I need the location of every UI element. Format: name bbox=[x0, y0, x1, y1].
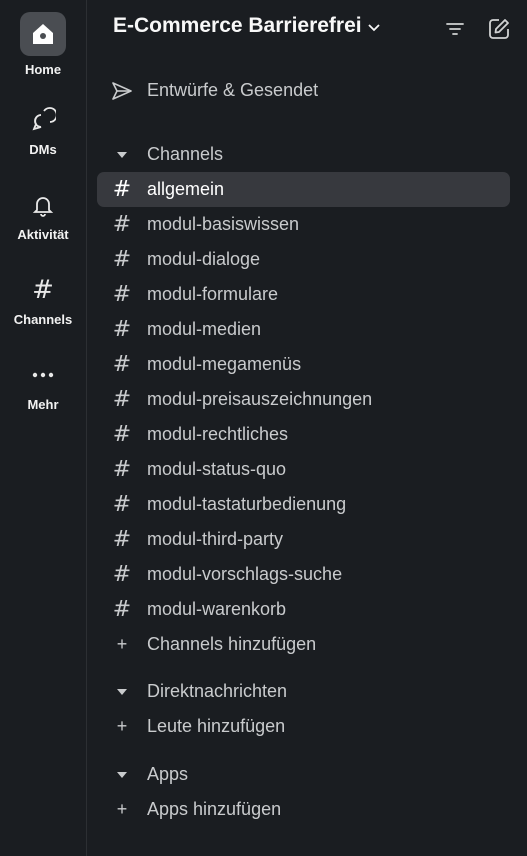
section-channels[interactable]: Channels bbox=[97, 137, 510, 172]
channel-item[interactable]: # modul-rechtliches bbox=[97, 417, 510, 452]
hash-icon: # bbox=[112, 212, 132, 237]
rail-dms[interactable]: DMs bbox=[0, 104, 86, 157]
channel-sidebar: E-Commerce Barrierefrei Entwürfe & Gesen… bbox=[87, 0, 527, 856]
add-channels-label: Channels hinzufügen bbox=[147, 634, 317, 654]
rail-channels[interactable]: # Channels bbox=[0, 274, 86, 327]
plus-icon: + bbox=[116, 716, 128, 736]
caret-down-icon bbox=[117, 688, 127, 695]
dms-icon bbox=[20, 104, 66, 136]
channel-item[interactable]: # modul-warenkorb bbox=[97, 592, 510, 627]
hash-icon: # bbox=[112, 177, 132, 202]
add-apps-button[interactable]: + Apps hinzufügen bbox=[97, 792, 510, 827]
home-icon bbox=[20, 12, 66, 56]
nav-rail: Home DMs Aktivität # Channels Mehr bbox=[0, 0, 87, 856]
hash-icon: # bbox=[112, 597, 132, 622]
plus-icon: + bbox=[116, 799, 128, 819]
channel-label: allgemein bbox=[147, 179, 225, 199]
add-apps-label: Apps hinzufügen bbox=[147, 799, 282, 819]
channel-label: modul-vorschlags-suche bbox=[147, 564, 343, 584]
channel-item[interactable]: # modul-dialoge bbox=[97, 242, 510, 277]
rail-label-home: Home bbox=[24, 62, 62, 77]
section-label: Apps bbox=[147, 764, 189, 784]
channel-item[interactable]: # modul-basiswissen bbox=[97, 207, 510, 242]
channel-item[interactable]: # modul-third-party bbox=[97, 522, 510, 557]
more-icon bbox=[20, 359, 66, 391]
channel-label: modul-dialoge bbox=[147, 249, 261, 269]
section-apps[interactable]: Apps bbox=[97, 757, 510, 792]
hash-icon: # bbox=[112, 562, 132, 587]
filter-icon[interactable] bbox=[442, 16, 468, 42]
add-people-button[interactable]: + Leute hinzufügen bbox=[97, 709, 510, 744]
channel-label: modul-status-quo bbox=[147, 459, 287, 479]
channel-label: modul-medien bbox=[147, 319, 262, 339]
channel-item[interactable]: # modul-preisauszeichnungen bbox=[97, 382, 510, 417]
section-label: Direktnachrichten bbox=[147, 681, 288, 701]
workspace-switcher[interactable]: E-Commerce Barrierefrei bbox=[113, 14, 380, 38]
rail-more[interactable]: Mehr bbox=[0, 359, 86, 412]
caret-down-icon bbox=[117, 151, 127, 158]
channel-label: modul-rechtliches bbox=[147, 424, 289, 444]
rail-home[interactable]: Home bbox=[0, 12, 86, 77]
hash-icon: # bbox=[112, 317, 132, 342]
compose-icon[interactable] bbox=[486, 16, 512, 42]
section-direct-messages[interactable]: Direktnachrichten bbox=[97, 674, 510, 709]
rail-label-more: Mehr bbox=[27, 397, 59, 412]
hash-icon: # bbox=[112, 422, 132, 447]
workspace-name: E-Commerce Barrierefrei bbox=[113, 14, 362, 37]
chevron-down-icon bbox=[367, 14, 380, 38]
hash-icon: # bbox=[32, 275, 54, 305]
channel-label: modul-third-party bbox=[147, 529, 284, 549]
channel-item[interactable]: # modul-medien bbox=[97, 312, 510, 347]
bell-icon bbox=[20, 189, 66, 221]
hash-icon: # bbox=[112, 352, 132, 377]
channel-label: modul-megamenüs bbox=[147, 354, 302, 374]
rail-label-activity: Aktivität bbox=[17, 227, 69, 242]
channel-item[interactable]: # allgemein bbox=[97, 172, 510, 207]
hash-icon: # bbox=[112, 247, 132, 272]
hash-icon: # bbox=[112, 527, 132, 552]
hash-icon: # bbox=[112, 457, 132, 482]
channel-item[interactable]: # modul-megamenüs bbox=[97, 347, 510, 382]
caret-down-icon bbox=[117, 771, 127, 778]
channel-item[interactable]: # modul-vorschlags-suche bbox=[97, 557, 510, 592]
rail-label-channels: Channels bbox=[13, 312, 73, 327]
channel-label: modul-warenkorb bbox=[147, 599, 287, 619]
channel-label: modul-tastaturbedienung bbox=[147, 494, 347, 514]
drafts-sent-item[interactable]: Entwürfe & Gesendet bbox=[97, 73, 510, 108]
channel-item[interactable]: # modul-formulare bbox=[97, 277, 510, 312]
section-label: Channels bbox=[147, 144, 224, 164]
channel-label: modul-basiswissen bbox=[147, 214, 300, 234]
channel-label: modul-formulare bbox=[147, 284, 279, 304]
add-channels-button[interactable]: + Channels hinzufügen bbox=[97, 627, 510, 662]
send-icon bbox=[97, 81, 147, 101]
hash-icon: # bbox=[112, 282, 132, 307]
hash-icon: # bbox=[112, 387, 132, 412]
add-people-label: Leute hinzufügen bbox=[147, 716, 286, 736]
channel-item[interactable]: # modul-tastaturbedienung bbox=[97, 487, 510, 522]
hash-icon: # bbox=[112, 492, 132, 517]
rail-activity[interactable]: Aktivität bbox=[0, 189, 86, 242]
channel-item[interactable]: # modul-status-quo bbox=[97, 452, 510, 487]
drafts-label: Entwürfe & Gesendet bbox=[147, 80, 319, 100]
rail-label-dms: DMs bbox=[29, 142, 57, 157]
channel-label: modul-preisauszeichnungen bbox=[147, 389, 373, 409]
plus-icon: + bbox=[116, 634, 128, 654]
